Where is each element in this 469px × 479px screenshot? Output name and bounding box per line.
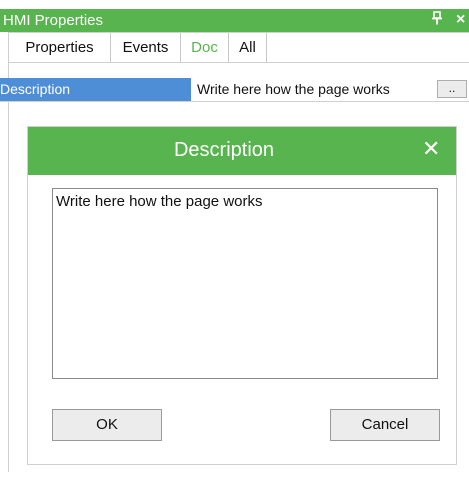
tab-strip: Properties Events Doc All bbox=[9, 32, 469, 63]
row-divider bbox=[0, 101, 469, 102]
property-row-description[interactable]: Description Write here how the page work… bbox=[0, 78, 469, 101]
tab-doc[interactable]: Doc bbox=[181, 33, 229, 62]
description-textarea[interactable]: Write here how the page works bbox=[52, 188, 438, 379]
dialog-header: Description ✕ bbox=[28, 127, 456, 175]
close-icon[interactable]: ✕ bbox=[422, 136, 440, 162]
hmi-properties-panel: HMI Properties × Properties Events Doc A… bbox=[0, 0, 469, 479]
cancel-button[interactable]: Cancel bbox=[330, 409, 440, 441]
panel-titlebar: HMI Properties × bbox=[0, 9, 469, 32]
tab-properties[interactable]: Properties bbox=[9, 33, 111, 62]
panel-title: HMI Properties bbox=[3, 12, 104, 29]
tab-events[interactable]: Events bbox=[111, 33, 181, 62]
property-name[interactable]: Description bbox=[0, 78, 191, 101]
property-value[interactable]: Write here how the page works bbox=[197, 78, 390, 101]
description-dialog: Description ✕ Write here how the page wo… bbox=[27, 126, 457, 465]
close-icon[interactable]: × bbox=[456, 11, 465, 29]
dialog-title: Description bbox=[173, 139, 275, 161]
ellipsis-button[interactable]: .. bbox=[437, 80, 467, 98]
pin-icon[interactable] bbox=[431, 11, 443, 29]
tab-all[interactable]: All bbox=[229, 33, 267, 62]
ok-button[interactable]: OK bbox=[52, 409, 162, 441]
